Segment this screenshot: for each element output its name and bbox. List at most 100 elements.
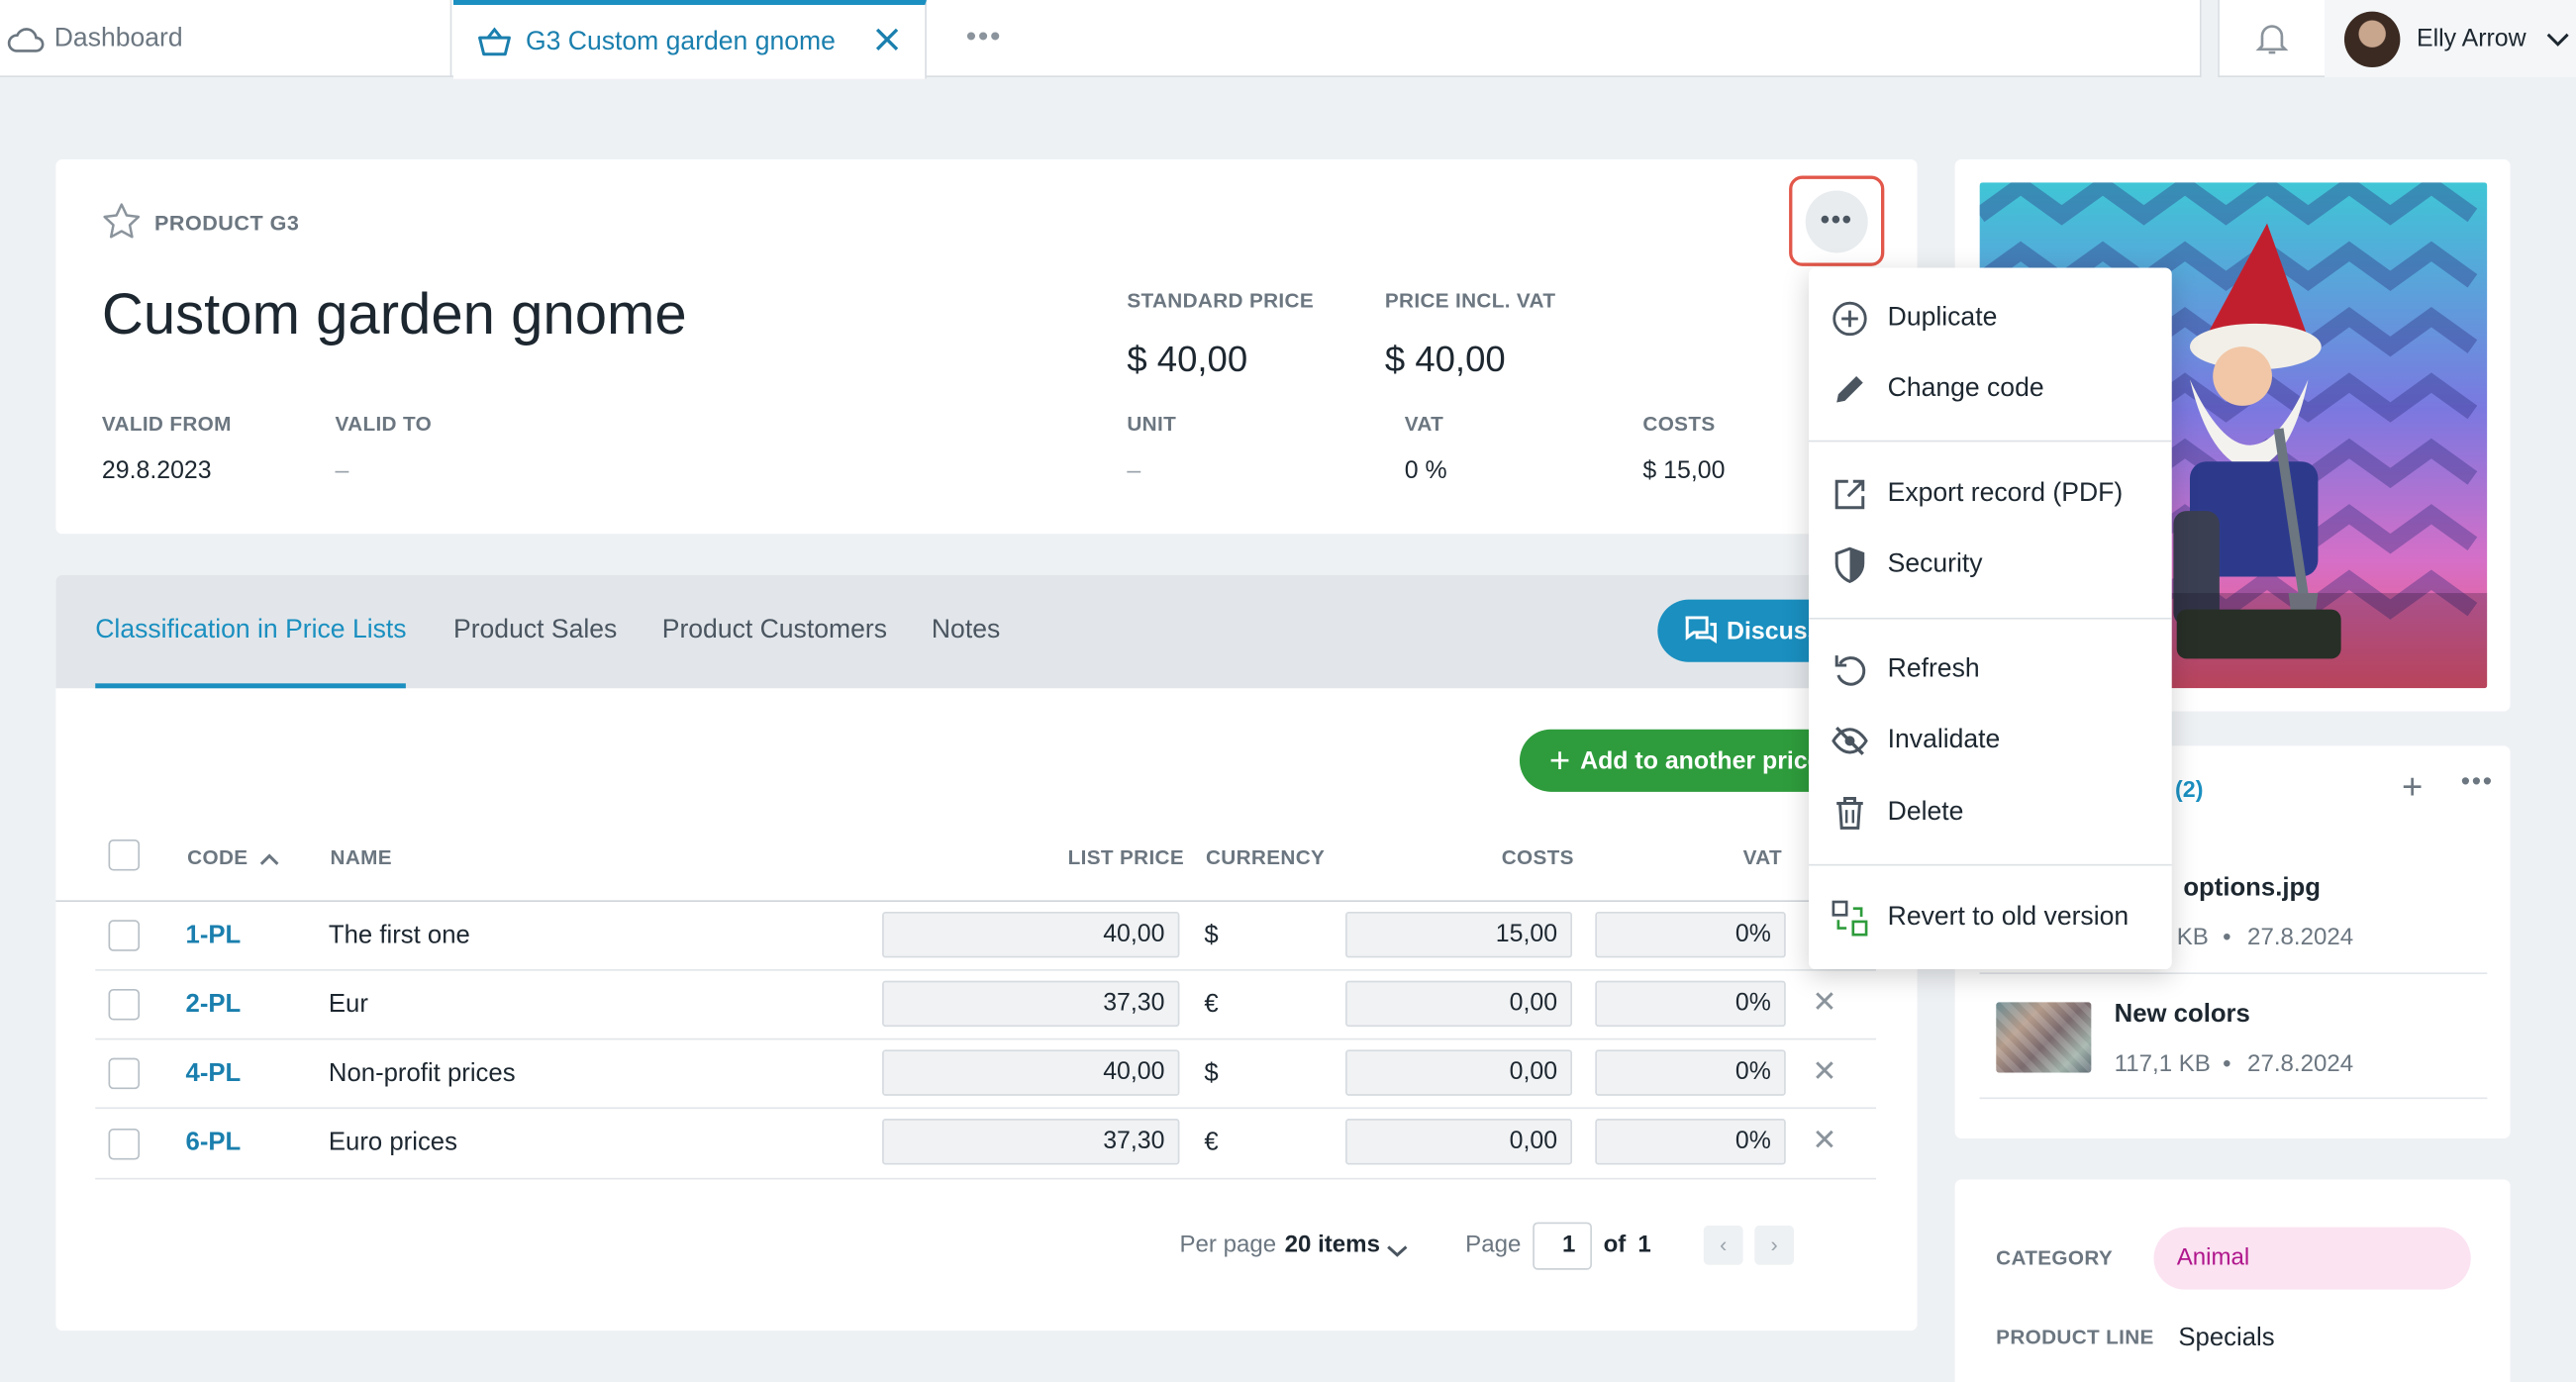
page-input[interactable]: 1 bbox=[1533, 1222, 1592, 1270]
file-name[interactable]: New colors bbox=[2115, 1001, 2250, 1031]
attachments-more-button[interactable]: ••• bbox=[2461, 769, 2494, 799]
per-page-select[interactable]: 20 items bbox=[1285, 1233, 1380, 1259]
file-date: 27.8.2024 bbox=[2247, 925, 2354, 951]
tab-product-label: G3 Custom garden gnome bbox=[526, 27, 836, 55]
menu-item-invalidate[interactable]: Invalidate bbox=[1809, 708, 2172, 773]
row-code-link[interactable]: 4-PL bbox=[186, 1059, 242, 1089]
row-checkbox[interactable] bbox=[108, 920, 141, 951]
row-divider bbox=[95, 1037, 1877, 1040]
column-header-costs[interactable]: COSTS bbox=[1502, 846, 1574, 869]
tab-product-sales[interactable]: Product Sales bbox=[453, 616, 617, 645]
row-currency: € bbox=[1204, 1129, 1219, 1157]
chevron-up-icon[interactable] bbox=[259, 846, 279, 876]
vat-input[interactable]: 0% bbox=[1595, 911, 1786, 958]
column-header-vat[interactable]: VAT bbox=[1743, 846, 1782, 869]
plus-icon: + bbox=[1548, 739, 1571, 781]
menu-item-security[interactable]: Security bbox=[1809, 533, 2172, 598]
costs-value: $ 15,00 bbox=[1642, 456, 1726, 485]
costs-input[interactable]: 0,00 bbox=[1345, 1119, 1573, 1165]
menu-divider bbox=[1808, 440, 2172, 443]
add-attachment-icon[interactable]: + bbox=[2402, 765, 2423, 808]
tab-notes[interactable]: Notes bbox=[932, 616, 1000, 645]
menu-item-revert[interactable]: Revert to old version bbox=[1809, 885, 2172, 950]
remove-row-icon[interactable]: ✕ bbox=[1812, 1124, 1836, 1158]
menu-item-label: Change code bbox=[1887, 374, 2044, 403]
attachments-count: (2) bbox=[2175, 775, 2204, 802]
row-name: The first one bbox=[328, 921, 470, 950]
page-title: Custom garden gnome bbox=[101, 282, 687, 347]
valid-to-label: VALID TO bbox=[335, 412, 433, 436]
history-icon bbox=[1832, 900, 1868, 937]
meta-dot: • bbox=[2223, 1051, 2231, 1078]
menu-item-refresh[interactable]: Refresh bbox=[1809, 638, 2172, 703]
row-checkbox[interactable] bbox=[108, 1057, 141, 1090]
row-checkbox[interactable] bbox=[108, 988, 141, 1021]
refresh-icon bbox=[1832, 652, 1868, 689]
product-header-card: PRODUCT G3 Custom garden gnome VALID FRO… bbox=[55, 158, 1918, 535]
tab-product-customers[interactable]: Product Customers bbox=[662, 616, 887, 645]
next-page-button[interactable]: › bbox=[1754, 1225, 1795, 1265]
actions-menu: Duplicate Change code Export record (PDF… bbox=[1808, 267, 2172, 970]
costs-input[interactable]: 15,00 bbox=[1345, 911, 1573, 958]
menu-item-duplicate[interactable]: Duplicate bbox=[1809, 286, 2172, 351]
category-badge: Animal bbox=[2153, 1227, 2471, 1290]
vat-input[interactable]: 0% bbox=[1595, 1049, 1786, 1096]
of-label: of bbox=[1603, 1232, 1627, 1259]
chevron-down-icon[interactable] bbox=[1387, 1237, 1409, 1267]
user-menu[interactable]: Elly Arrow bbox=[2325, 0, 2576, 77]
list-price-input[interactable]: 40,00 bbox=[882, 1049, 1180, 1096]
product-code: PRODUCT G3 bbox=[153, 210, 300, 236]
row-name: Eur bbox=[328, 990, 368, 1019]
row-name: Euro prices bbox=[328, 1129, 457, 1157]
vat-input[interactable]: 0% bbox=[1595, 1119, 1786, 1165]
menu-item-export-pdf[interactable]: Export record (PDF) bbox=[1809, 461, 2172, 527]
select-all-checkbox[interactable] bbox=[108, 839, 141, 871]
row-checkbox[interactable] bbox=[108, 1129, 141, 1160]
row-divider bbox=[95, 1107, 1877, 1110]
column-header-name[interactable]: NAME bbox=[331, 846, 392, 869]
close-icon[interactable] bbox=[872, 25, 902, 54]
file-thumbnail[interactable] bbox=[1996, 1002, 2092, 1073]
vat-input[interactable]: 0% bbox=[1595, 980, 1786, 1028]
top-tab-bar: Dashboard G3 Custom garden gnome ••• bbox=[0, 0, 2202, 79]
list-price-input[interactable]: 40,00 bbox=[882, 911, 1180, 958]
meta-dot: • bbox=[2223, 925, 2231, 951]
unit-value: – bbox=[1127, 456, 1141, 485]
category-label: CATEGORY bbox=[1996, 1246, 2114, 1270]
more-actions-button[interactable]: ••• bbox=[1805, 190, 1868, 253]
column-header-code[interactable]: CODE bbox=[187, 846, 248, 869]
prev-page-button[interactable]: ‹ bbox=[1703, 1225, 1743, 1265]
row-code-link[interactable]: 2-PL bbox=[186, 991, 242, 1021]
menu-item-change-code[interactable]: Change code bbox=[1809, 356, 2172, 422]
unit-label: UNIT bbox=[1127, 412, 1177, 436]
menu-divider bbox=[1808, 863, 2172, 866]
file-name[interactable]: options.jpg bbox=[2183, 874, 2321, 904]
list-price-input[interactable]: 37,30 bbox=[882, 980, 1180, 1028]
costs-label: COSTS bbox=[1642, 412, 1716, 436]
more-tabs-button[interactable]: ••• bbox=[966, 20, 1002, 54]
discuss-label: Discuss bbox=[1727, 617, 1822, 645]
valid-from-label: VALID FROM bbox=[101, 412, 232, 436]
add-to-price-list-button[interactable]: + Add to another price list bbox=[1519, 729, 1848, 792]
star-icon[interactable] bbox=[102, 202, 142, 240]
tab-product[interactable]: G3 Custom garden gnome bbox=[452, 0, 927, 79]
costs-input[interactable]: 0,00 bbox=[1345, 980, 1573, 1028]
price-lists-card: Classification in Price Lists Product Sa… bbox=[55, 574, 1918, 1332]
bell-icon[interactable] bbox=[2255, 20, 2289, 56]
row-currency: $ bbox=[1204, 921, 1219, 950]
menu-item-delete[interactable]: Delete bbox=[1809, 780, 2172, 845]
file-divider bbox=[1979, 1097, 2488, 1100]
list-price-input[interactable]: 37,30 bbox=[882, 1119, 1180, 1165]
row-divider bbox=[95, 969, 1877, 971]
remove-row-icon[interactable]: ✕ bbox=[1812, 986, 1836, 1021]
chevron-down-icon bbox=[2546, 31, 2569, 48]
row-code-link[interactable]: 6-PL bbox=[186, 1129, 242, 1158]
valid-to-value: – bbox=[335, 456, 349, 485]
column-header-currency[interactable]: CURRENCY bbox=[1206, 846, 1325, 869]
remove-row-icon[interactable]: ✕ bbox=[1812, 1054, 1836, 1089]
costs-input[interactable]: 0,00 bbox=[1345, 1049, 1573, 1096]
tab-dashboard[interactable]: Dashboard bbox=[0, 0, 452, 77]
row-code-link[interactable]: 1-PL bbox=[186, 922, 242, 951]
column-header-list-price[interactable]: LIST PRICE bbox=[1068, 846, 1184, 869]
tab-classification[interactable]: Classification in Price Lists bbox=[95, 616, 406, 645]
